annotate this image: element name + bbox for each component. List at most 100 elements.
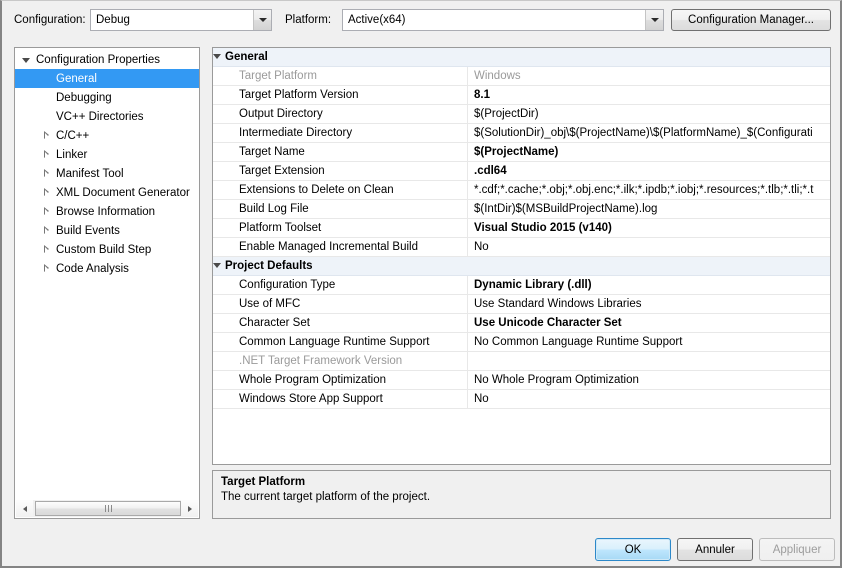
property-value[interactable]: *.cdf;*.cache;*.obj;*.obj.enc;*.ilk;*.ip… [468, 181, 830, 199]
property-name: Platform Toolset [213, 219, 468, 237]
property-row[interactable]: Character Set Use Unicode Character Set [213, 314, 830, 333]
project-properties-dialog: Configuration: Debug Platform: Active(x6… [0, 0, 842, 568]
chevron-down-icon[interactable] [645, 10, 663, 30]
property-value[interactable]: No Whole Program Optimization [468, 371, 830, 389]
expander-closed-icon[interactable] [39, 245, 53, 254]
property-value[interactable]: 8.1 [468, 86, 830, 104]
property-row[interactable]: Windows Store App Support No [213, 390, 830, 409]
tree-item-c-c[interactable]: C/C++ [15, 126, 199, 145]
property-name: Target Platform Version [213, 86, 468, 104]
property-row[interactable]: Configuration Type Dynamic Library (.dll) [213, 276, 830, 295]
description-text: The current target platform of the proje… [221, 491, 431, 503]
property-value[interactable]: $(ProjectDir) [468, 105, 830, 123]
property-value[interactable] [468, 352, 830, 370]
tree-item-linker[interactable]: Linker [15, 145, 199, 164]
property-value[interactable]: .cdl64 [468, 162, 830, 180]
scroll-right-icon[interactable] [181, 500, 198, 517]
property-row[interactable]: Intermediate Directory $(SolutionDir)_obj… [213, 124, 830, 143]
property-value[interactable]: $(IntDir)$(MSBuildProjectName).log [468, 200, 830, 218]
configuration-label: Configuration: [14, 14, 86, 26]
property-value[interactable]: Windows [468, 67, 830, 85]
property-section-header[interactable]: General [213, 48, 830, 67]
expander-closed-icon[interactable] [39, 264, 53, 273]
tree-item-configuration-properties[interactable]: Configuration Properties [15, 50, 199, 69]
platform-label: Platform: [285, 14, 332, 26]
property-row[interactable]: Target Platform Version 8.1 [213, 86, 830, 105]
tree-item-vc-directories[interactable]: VC++ Directories [15, 107, 199, 126]
property-name: Target Extension [213, 162, 468, 180]
tree-item-manifest-tool[interactable]: Manifest Tool [15, 164, 199, 183]
property-row[interactable]: Use of MFC Use Standard Windows Libraries [213, 295, 830, 314]
property-row[interactable]: Whole Program Optimization No Whole Progr… [213, 371, 830, 390]
property-value[interactable]: $(ProjectName) [468, 143, 830, 161]
expander-open-icon[interactable] [19, 57, 33, 63]
property-row[interactable]: Build Log File $(IntDir)$(MSBuildProjectN… [213, 200, 830, 219]
property-row[interactable]: Enable Managed Incremental Build No [213, 238, 830, 257]
configuration-toolbar: Configuration: Debug Platform: Active(x6… [2, 1, 840, 41]
tree-node-list: Configuration Properties General Debugging… [15, 50, 199, 498]
cancel-button[interactable]: Annuler [677, 538, 753, 561]
property-section-header[interactable]: Project Defaults [213, 257, 830, 276]
property-value[interactable]: Use Standard Windows Libraries [468, 295, 830, 313]
property-name: Character Set [213, 314, 468, 332]
tree-horizontal-scrollbar[interactable] [16, 500, 198, 517]
property-row[interactable]: Common Language Runtime Support No Common… [213, 333, 830, 352]
property-row[interactable]: Target Platform Windows [213, 67, 830, 86]
configuration-dropdown-value: Debug [96, 14, 130, 26]
property-name: Target Name [213, 143, 468, 161]
expander-closed-icon[interactable] [39, 226, 53, 235]
configuration-properties-tree[interactable]: Configuration Properties General Debugging… [14, 47, 200, 519]
expander-closed-icon[interactable] [39, 207, 53, 216]
property-value[interactable]: Use Unicode Character Set [468, 314, 830, 332]
expander-closed-icon[interactable] [39, 150, 53, 159]
tree-item-debugging[interactable]: Debugging [15, 88, 199, 107]
tree-item-browse-information[interactable]: Browse Information [15, 202, 199, 221]
property-grid[interactable]: General Target Platform Windows Target Plat… [212, 47, 831, 465]
apply-button: Appliquer [759, 538, 835, 561]
tree-item-label: Linker [56, 148, 88, 161]
platform-dropdown[interactable]: Active(x64) [342, 9, 664, 31]
expander-closed-icon[interactable] [39, 169, 53, 178]
section-label: General [213, 48, 468, 66]
expander-open-icon[interactable] [213, 54, 221, 59]
property-value[interactable]: No [468, 238, 830, 256]
property-row[interactable]: Extensions to Delete on Clean *.cdf;*.cac… [213, 181, 830, 200]
expander-closed-icon[interactable] [39, 188, 53, 197]
expander-closed-icon[interactable] [39, 131, 53, 140]
property-row[interactable]: Output Directory $(ProjectDir) [213, 105, 830, 124]
scrollbar-track[interactable] [33, 500, 181, 517]
property-row[interactable]: Target Name $(ProjectName) [213, 143, 830, 162]
configuration-manager-button[interactable]: Configuration Manager... [671, 9, 831, 31]
chevron-down-icon[interactable] [253, 10, 271, 30]
property-grid-rows: General Target Platform Windows Target Plat… [213, 48, 830, 409]
scrollbar-thumb[interactable] [35, 501, 181, 516]
tree-item-xml-document-generator[interactable]: XML Document Generator [15, 183, 199, 202]
tree-item-label: VC++ Directories [56, 110, 144, 123]
scroll-left-icon[interactable] [16, 500, 33, 517]
tree-item-label: XML Document Generator [56, 186, 190, 199]
ok-button[interactable]: OK [595, 538, 671, 561]
property-row[interactable]: Target Extension .cdl64 [213, 162, 830, 181]
tree-item-label: Configuration Properties [36, 53, 161, 66]
expander-open-icon[interactable] [213, 263, 221, 268]
property-value[interactable]: Dynamic Library (.dll) [468, 276, 830, 294]
tree-item-label: Browse Information [56, 205, 156, 218]
platform-dropdown-value: Active(x64) [348, 14, 406, 26]
property-name: Use of MFC [213, 295, 468, 313]
property-name: Output Directory [213, 105, 468, 123]
property-name: Intermediate Directory [213, 124, 468, 142]
configuration-dropdown[interactable]: Debug [90, 9, 272, 31]
description-title: Target Platform [221, 476, 306, 488]
tree-item-custom-build-step[interactable]: Custom Build Step [15, 240, 199, 259]
property-value[interactable]: Visual Studio 2015 (v140) [468, 219, 830, 237]
property-row[interactable]: Platform Toolset Visual Studio 2015 (v140… [213, 219, 830, 238]
tree-item-label: General [56, 72, 97, 85]
tree-item-build-events[interactable]: Build Events [15, 221, 199, 240]
property-value[interactable]: No Common Language Runtime Support [468, 333, 830, 351]
property-row[interactable]: .NET Target Framework Version [213, 352, 830, 371]
tree-item-code-analysis[interactable]: Code Analysis [15, 259, 199, 278]
property-value[interactable]: No [468, 390, 830, 408]
tree-item-general[interactable]: General [15, 69, 199, 88]
property-name: Build Log File [213, 200, 468, 218]
property-value[interactable]: $(SolutionDir)_obj\$(ProjectName)\$(Plat… [468, 124, 830, 142]
